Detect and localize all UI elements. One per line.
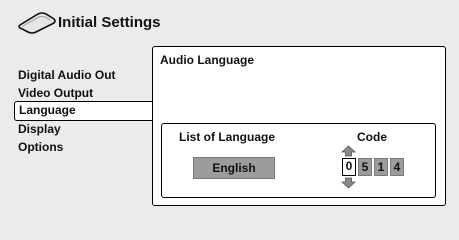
- arrow-up-icon[interactable]: [341, 145, 356, 157]
- disc-icon: [18, 12, 56, 34]
- menu-item-language[interactable]: Language: [14, 101, 154, 121]
- list-of-language-header: List of Language: [179, 130, 275, 144]
- language-settings-panel: Audio Language List of Language Code Eng…: [152, 46, 446, 206]
- code-digits: 0 5 1 4: [342, 158, 406, 176]
- code-digit-2[interactable]: 5: [358, 158, 372, 176]
- panel-title: Audio Language: [160, 53, 254, 67]
- title-bar: Initial Settings: [17, 10, 161, 34]
- menu-item-digital-audio-out[interactable]: Digital Audio Out: [14, 66, 154, 84]
- page-title: Initial Settings: [58, 13, 161, 31]
- menu-item-options[interactable]: Options: [14, 138, 154, 156]
- code-digit-1[interactable]: 0: [342, 158, 356, 176]
- code-header: Code: [357, 130, 387, 144]
- code-digit-4[interactable]: 4: [390, 158, 404, 176]
- menu-item-video-output[interactable]: Video Output: [14, 84, 154, 102]
- arrow-down-icon[interactable]: [341, 177, 356, 189]
- initial-settings-screen: Initial Settings Digital Audio Out Video…: [0, 0, 459, 214]
- language-code-subpanel: List of Language Code English 0 5 1 4: [161, 123, 436, 198]
- code-digit-3[interactable]: 1: [374, 158, 388, 176]
- menu-item-display[interactable]: Display: [14, 120, 154, 138]
- settings-menu: Digital Audio Out Video Output Language …: [14, 66, 154, 156]
- language-select-button[interactable]: English: [193, 157, 275, 179]
